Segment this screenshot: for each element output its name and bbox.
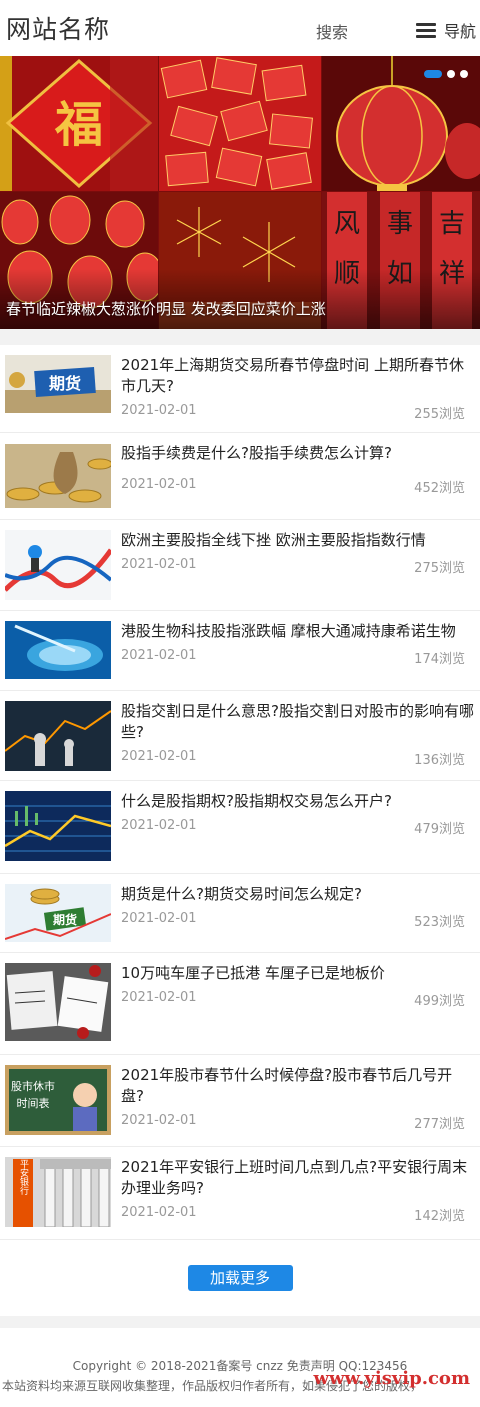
list-item[interactable]: 平安银行 2021年平安银行上班时间几点到几点?平安银行周末办理业务吗? 202… [0,1147,480,1240]
article-date: 2021-02-01 [121,557,197,572]
load-more-section: 加载更多 [0,1240,480,1316]
thumb-text: 期货 [53,912,77,927]
article-thumbnail: 平安银行 [5,1157,111,1227]
article-views: 255浏览 [414,407,465,422]
list-item[interactable]: 股指手续费是什么?股指手续费怎么计算? 2021-02-01 452浏览 [0,433,480,520]
article-thumbnail [5,963,111,1041]
article-date: 2021-02-01 [121,990,197,1005]
thumb-text: 股市休市 [11,1079,55,1093]
article-date: 2021-02-01 [121,648,197,663]
search-link[interactable]: 搜索 [316,19,348,43]
article-title[interactable]: 什么是股指期权?股指期权交易怎么开户? [121,791,474,812]
article-title[interactable]: 10万吨车厘子已抵港 车厘子已是地板价 [121,963,474,984]
article-views: 136浏览 [414,753,465,768]
list-item[interactable]: 港股生物科技股指涨跌幅 摩根大通减持康希诺生物 2021-02-01 174浏览 [0,611,480,691]
banner-caption[interactable]: 春节临近辣椒大葱涨价明显 发改委回应菜价上涨 [6,298,326,319]
article-title[interactable]: 2021年平安银行上班时间几点到几点?平安银行周末办理业务吗? [121,1157,474,1199]
watermark: www.yisvip.com [313,1368,470,1389]
article-thumbnail: 期货 [5,355,111,413]
article-date: 2021-02-01 [121,1205,197,1220]
footer-divider [0,1316,480,1328]
article-title[interactable]: 2021年上海期货交易所春节停盘时间 上期所春节休市几天? [121,355,474,397]
article-date: 2021-02-01 [121,1113,197,1128]
carousel-indicators [424,70,468,78]
article-date: 2021-02-01 [121,749,197,764]
article-thumbnail: 期货 [5,884,111,942]
article-thumbnail [5,444,111,508]
banner-image-envelopes [159,56,321,191]
list-item[interactable]: 10万吨车厘子已抵港 车厘子已是地板价 2021-02-01 499浏览 [0,953,480,1055]
banner-image-fu: 福 [0,56,158,191]
list-item[interactable]: 股市休市时间表 2021年股市春节什么时候停盘?股市春节后几号开盘? 2021-… [0,1055,480,1147]
article-views: 479浏览 [414,822,465,837]
article-list: 期货 2021年上海期货交易所春节停盘时间 上期所春节休市几天? 2021-02… [0,345,480,1240]
nav-label: 导航 [443,22,476,41]
nav-menu-button[interactable]: 导航 [415,18,476,42]
article-date: 2021-02-01 [121,403,197,418]
article-title[interactable]: 欧洲主要股指全线下挫 欧洲主要股指指数行情 [121,530,474,551]
site-header: 网站名称 搜索 导航 [0,0,480,56]
thumb-text: 期货 [49,374,81,393]
banner-carousel[interactable]: 福 风 事 吉 春节临近辣椒大葱涨价明显 发改委回应菜价上涨 [0,56,480,329]
article-title[interactable]: 股指手续费是什么?股指手续费怎么计算? [121,443,474,464]
article-thumbnail [5,701,111,771]
svg-text:事: 事 [387,209,413,239]
section-divider [0,329,480,345]
article-date: 2021-02-01 [121,818,197,833]
carousel-dot-1[interactable] [424,70,442,78]
carousel-dot-3[interactable] [460,70,468,78]
article-thumbnail [5,621,111,679]
article-date: 2021-02-01 [121,911,197,926]
svg-text:吉: 吉 [439,209,465,239]
svg-text:福: 福 [54,97,103,153]
thumb-text: 时间表 [17,1096,50,1110]
article-views: 174浏览 [414,652,465,667]
article-thumbnail [5,530,111,600]
article-views: 452浏览 [414,481,465,496]
article-views: 499浏览 [414,994,465,1009]
thumb-text: 平安银行 [18,1159,29,1196]
list-item[interactable]: 股指交割日是什么意思?股指交割日对股市的影响有哪些? 2021-02-01 136… [0,691,480,781]
site-logo[interactable]: 网站名称 [6,10,110,46]
list-item[interactable]: 期货 2021年上海期货交易所春节停盘时间 上期所春节休市几天? 2021-02… [0,345,480,433]
article-views: 523浏览 [414,915,465,930]
article-title[interactable]: 期货是什么?期货交易时间怎么规定? [121,884,474,905]
list-item[interactable]: 期货 期货是什么?期货交易时间怎么规定? 2021-02-01 523浏览 [0,874,480,953]
carousel-dot-2[interactable] [447,70,455,78]
article-date: 2021-02-01 [121,477,197,492]
svg-text:风: 风 [334,209,360,239]
article-thumbnail: 股市休市 时间表 [5,1065,111,1135]
article-title[interactable]: 2021年股市春节什么时候停盘?股市春节后几号开盘? [121,1065,474,1107]
article-title[interactable]: 港股生物科技股指涨跌幅 摩根大通减持康希诺生物 [121,621,474,642]
list-item[interactable]: 什么是股指期权?股指期权交易怎么开户? 2021-02-01 479浏览 [0,781,480,874]
article-title[interactable]: 股指交割日是什么意思?股指交割日对股市的影响有哪些? [121,701,474,743]
article-views: 142浏览 [414,1209,465,1224]
list-item[interactable]: 欧洲主要股指全线下挫 欧洲主要股指指数行情 2021-02-01 275浏览 [0,520,480,611]
article-views: 277浏览 [414,1117,465,1132]
article-thumbnail [5,791,111,861]
load-more-button[interactable]: 加载更多 [187,1265,293,1291]
menu-icon [415,22,436,38]
article-views: 275浏览 [414,561,465,576]
